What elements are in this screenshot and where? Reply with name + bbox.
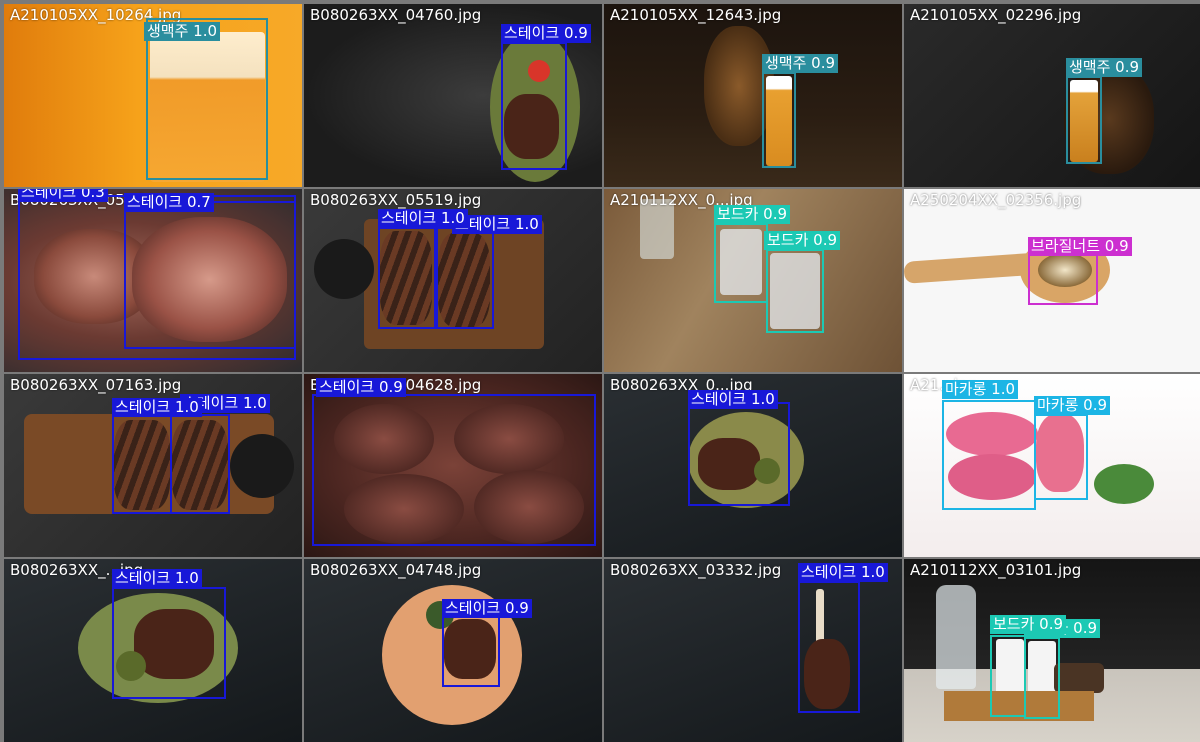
image-cell[interactable]: A210105XX_12643.jpg 생맥주 0.9 bbox=[604, 4, 902, 187]
bounding-box bbox=[1024, 637, 1060, 719]
image-filename: B080263XX_07163.jpg bbox=[10, 376, 182, 394]
image-cell[interactable]: B080263XX_...jpg 스테이크 1.0 bbox=[4, 559, 302, 742]
image-cell[interactable]: B080263XX_03332.jpg 스테이크 1.0 bbox=[604, 559, 902, 742]
image-cell[interactable]: B080263XX_04748.jpg 스테이크 0.9 bbox=[304, 559, 602, 742]
detection-label: 스테이크 1.0 bbox=[378, 209, 468, 228]
image-filename: A210112XX_03101.jpg bbox=[910, 561, 1082, 579]
detection-label: 보드카 0.9 bbox=[990, 615, 1067, 634]
image-filename: B080263XX_05519.jpg bbox=[310, 191, 482, 209]
image-filename: A210105XX_12643.jpg bbox=[610, 6, 782, 24]
image-cell[interactable]: A210105XX_10264.jpg 생맥주 1.0 bbox=[4, 4, 302, 187]
detection-label: 마카롱 1.0 bbox=[942, 380, 1019, 399]
bounding-box bbox=[1034, 414, 1088, 500]
image-barrel-beer bbox=[604, 4, 902, 187]
bounding-box bbox=[688, 402, 790, 506]
bounding-box bbox=[112, 587, 226, 699]
image-filename: B080263XX_03332.jpg bbox=[610, 561, 782, 579]
image-cell[interactable]: B080263XX_04760.jpg 스테이크 0.9 bbox=[304, 4, 602, 187]
detection-label: 스테이크 1.0 bbox=[688, 390, 778, 409]
detection-label: 보드카 0.9 bbox=[764, 231, 841, 250]
detection-label: 생맥주 1.0 bbox=[144, 22, 221, 41]
image-cell[interactable]: B080263XX_04628.jpg 스테이크 0.9 bbox=[304, 374, 602, 557]
image-cell[interactable]: B080263XX_05...jpg 스테이크 0.3 스테이크 0.7 bbox=[4, 189, 302, 372]
image-cell[interactable]: B080263XX_0...jpg 스테이크 1.0 bbox=[604, 374, 902, 557]
bounding-box bbox=[798, 581, 860, 713]
bounding-box bbox=[942, 400, 1036, 510]
detection-label: 마카롱 0.9 bbox=[1034, 396, 1111, 415]
bounding-box bbox=[146, 18, 268, 180]
detection-label: 스테이크 0.7 bbox=[124, 193, 214, 212]
bounding-box bbox=[1066, 76, 1102, 164]
bounding-box bbox=[762, 72, 796, 168]
image-cell[interactable]: A210112XX_0...jpg 보드카 0.9 보드카 0.9 bbox=[604, 189, 902, 372]
bounding-box bbox=[312, 394, 596, 546]
bounding-box bbox=[112, 414, 172, 514]
image-filename: A250204XX_02356.jpg bbox=[910, 191, 1082, 209]
detection-label: 생맥주 0.9 bbox=[1066, 58, 1143, 77]
bounding-box bbox=[378, 227, 436, 329]
image-cell[interactable]: A210105XX_02296.jpg 생맥주 0.9 bbox=[904, 4, 1200, 187]
detection-results-grid: A210105XX_10264.jpg 생맥주 1.0 B080263XX_04… bbox=[0, 0, 1200, 742]
detection-label: 스테이크 1.0 bbox=[798, 563, 888, 582]
bounding-box bbox=[170, 414, 230, 514]
detection-label: 브라질너트 0.9 bbox=[1028, 237, 1132, 256]
image-barrel-beer bbox=[904, 4, 1200, 187]
image-cell[interactable]: B080263XX_07163.jpg 스테이크 1.0 스테이크 1.0 bbox=[4, 374, 302, 557]
bounding-box bbox=[990, 635, 1026, 717]
bounding-box bbox=[442, 615, 500, 687]
bounding-box bbox=[714, 223, 768, 303]
detection-label: 스테이크 0.3 bbox=[18, 189, 108, 202]
image-cell[interactable]: A21...jpg 마카롱 1.0 마카롱 0.9 bbox=[904, 374, 1200, 557]
detection-label: 스테이크 1.0 bbox=[112, 569, 202, 588]
detection-label: 보드카 0.9 bbox=[714, 205, 791, 224]
image-cell[interactable]: A250204XX_02356.jpg 브라질너트 0.9 bbox=[904, 189, 1200, 372]
detection-label: 스테이크 1.0 bbox=[112, 398, 202, 417]
image-cell[interactable]: A210112XX_03101.jpg 보드카 0.9 보드카 0.9 bbox=[904, 559, 1200, 742]
image-filename: B080263XX_04760.jpg bbox=[310, 6, 482, 24]
image-filename: B080263XX_04748.jpg bbox=[310, 561, 482, 579]
bounding-box bbox=[436, 227, 494, 329]
detection-label: 생맥주 0.9 bbox=[762, 54, 839, 73]
image-filename: A210105XX_02296.jpg bbox=[910, 6, 1082, 24]
detection-label: 스테이크 0.9 bbox=[501, 24, 591, 43]
bounding-box bbox=[766, 249, 824, 333]
image-cell[interactable]: B080263XX_05519.jpg 스테이크 1.0 스테이크 1.0 bbox=[304, 189, 602, 372]
detection-label: 스테이크 0.9 bbox=[442, 599, 532, 618]
detection-label: 스테이크 0.9 bbox=[316, 378, 406, 397]
bounding-box bbox=[501, 42, 567, 170]
bounding-box bbox=[124, 201, 296, 349]
